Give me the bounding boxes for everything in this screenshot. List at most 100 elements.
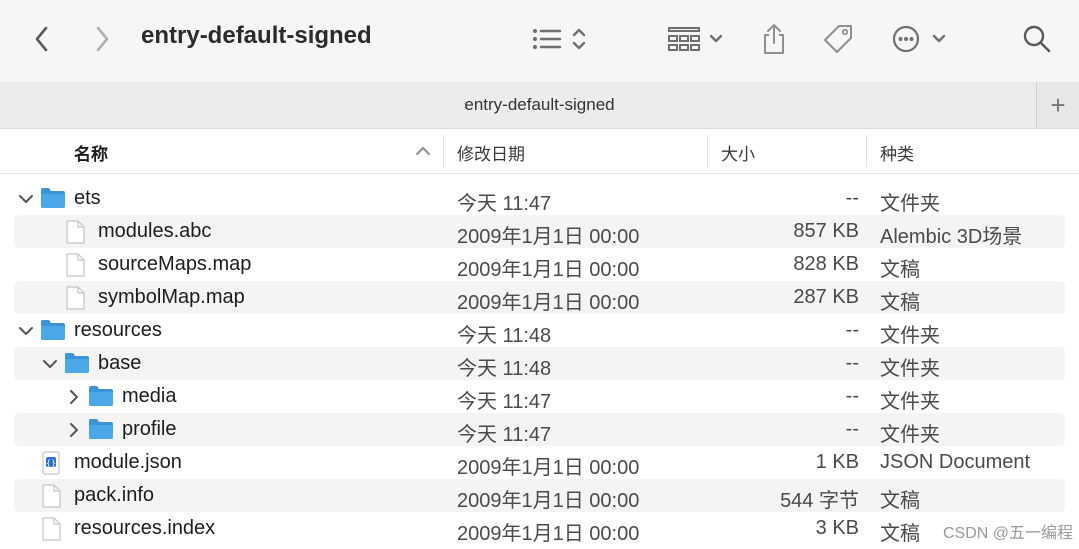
folder-icon [88,418,114,440]
file-size: -- [845,352,859,374]
svg-text:{}: {} [46,459,56,468]
file-size: 1 KB [815,451,859,473]
view-mode-button[interactable] [528,18,592,60]
file-size: -- [845,187,859,209]
folder-icon [40,319,66,341]
table-row[interactable]: sourceMaps.map 2009年1月1日 00:00 828 KB 文稿 [0,248,1079,281]
json-file-icon: {} [40,451,66,475]
disclosure-expanded-icon[interactable] [42,356,58,372]
tag-icon [824,25,852,53]
table-row[interactable]: pack.info 2009年1月1日 00:00 544 字节 文稿 [0,479,1079,512]
file-name: profile [122,418,177,440]
search-icon [1023,25,1051,53]
disclosure-collapsed-icon[interactable] [66,389,82,405]
file-kind: JSON Document [880,451,1031,473]
file-size: -- [845,418,859,440]
file-size: 828 KB [793,253,859,275]
column-name[interactable]: 名称 [74,140,108,165]
file-kind: 文稿 [880,292,920,314]
date-modified: 2009年1月1日 00:00 [457,523,640,545]
disclosure-collapsed-icon[interactable] [66,422,82,438]
file-name: modules.abc [98,220,212,242]
file-kind: 文稿 [880,490,920,512]
search-button[interactable] [1020,18,1054,60]
file-kind: 文件夹 [880,391,940,413]
forward-button[interactable] [86,18,118,60]
date-modified: 今天 11:48 [457,325,552,347]
column-size[interactable]: 大小 [721,140,755,165]
file-size: -- [845,385,859,407]
document-icon [64,253,90,277]
document-icon [64,286,90,310]
file-name: ets [74,187,101,209]
file-name: sourceMaps.map [98,253,252,275]
chevron-left-icon [35,26,48,52]
date-modified: 2009年1月1日 00:00 [457,292,640,314]
table-row[interactable]: ets 今天 11:47 -- 文件夹 [0,182,1079,215]
list-view-icon [533,28,586,50]
file-size: -- [845,319,859,341]
new-tab-button[interactable]: + [1036,82,1079,128]
date-modified: 今天 11:47 [457,391,552,413]
column-divider[interactable] [707,135,708,167]
date-modified: 2009年1月1日 00:00 [457,457,640,479]
share-button[interactable] [756,18,792,60]
tab-bar: entry-default-signed + [0,82,1079,129]
table-row[interactable]: base 今天 11:48 -- 文件夹 [0,347,1079,380]
toolbar: entry-default-signed [0,0,1079,82]
file-size: 857 KB [793,220,859,242]
folder-icon [88,385,114,407]
watermark: CSDN @五一编程 [942,525,1073,542]
file-name: module.json [74,451,182,473]
share-icon [764,24,784,54]
file-name: media [122,385,177,407]
tag-button[interactable] [820,18,856,60]
table-row[interactable]: symbolMap.map 2009年1月1日 00:00 287 KB 文稿 [0,281,1079,314]
column-divider[interactable] [866,135,867,167]
sort-ascending-icon [416,147,430,155]
table-row[interactable]: resources.index 2009年1月1日 00:00 3 KB 文稿 [0,512,1079,545]
date-modified: 今天 11:47 [457,193,552,215]
file-name: resources [74,319,162,341]
file-size: 3 KB [815,517,859,539]
table-row[interactable]: modules.abc 2009年1月1日 00:00 857 KB Alembic … [0,215,1079,248]
file-list: ets 今天 11:47 -- 文件夹 modules.abc 2009年1月1日 00:… [0,182,1079,545]
file-kind: 文件夹 [880,325,940,347]
table-row[interactable]: {} module.json 2009年1月1日 00:00 1 KB JSON Doc… [0,446,1079,479]
disclosure-expanded-icon[interactable] [18,191,34,207]
group-button[interactable] [664,18,728,60]
disclosure-expanded-icon[interactable] [18,323,34,339]
file-name: resources.index [74,517,216,539]
ellipsis-circle-icon [892,25,946,53]
grid-group-icon [668,27,723,51]
date-modified: 今天 11:47 [457,424,552,446]
file-size: 287 KB [793,286,859,308]
more-actions-button[interactable] [890,18,950,60]
date-modified: 2009年1月1日 00:00 [457,259,640,281]
back-button[interactable] [26,18,58,60]
file-kind: 文稿 [880,259,920,281]
file-kind: 文稿 [880,523,920,545]
file-name: symbolMap.map [98,286,245,308]
file-name: pack.info [74,484,155,506]
document-icon [64,220,90,244]
document-icon [40,484,66,508]
column-date-modified[interactable]: 修改日期 [457,140,525,165]
date-modified: 今天 11:48 [457,358,552,380]
table-row[interactable]: profile 今天 11:47 -- 文件夹 [0,413,1079,446]
file-kind: 文件夹 [880,358,940,380]
file-name: base [98,352,142,374]
table-row[interactable]: media 今天 11:47 -- 文件夹 [0,380,1079,413]
folder-icon [64,352,90,374]
column-divider[interactable] [443,135,444,167]
file-kind: 文件夹 [880,424,940,446]
date-modified: 2009年1月1日 00:00 [457,490,640,512]
date-modified: 2009年1月1日 00:00 [457,226,640,248]
file-size: 544 字节 [780,490,859,512]
chevron-right-icon [96,26,109,52]
file-kind: Alembic 3D场景 [880,226,1023,248]
tab-entry-default-signed[interactable]: entry-default-signed [0,95,1079,115]
folder-icon [40,187,66,209]
column-kind[interactable]: 种类 [880,140,914,165]
table-row[interactable]: resources 今天 11:48 -- 文件夹 [0,314,1079,347]
